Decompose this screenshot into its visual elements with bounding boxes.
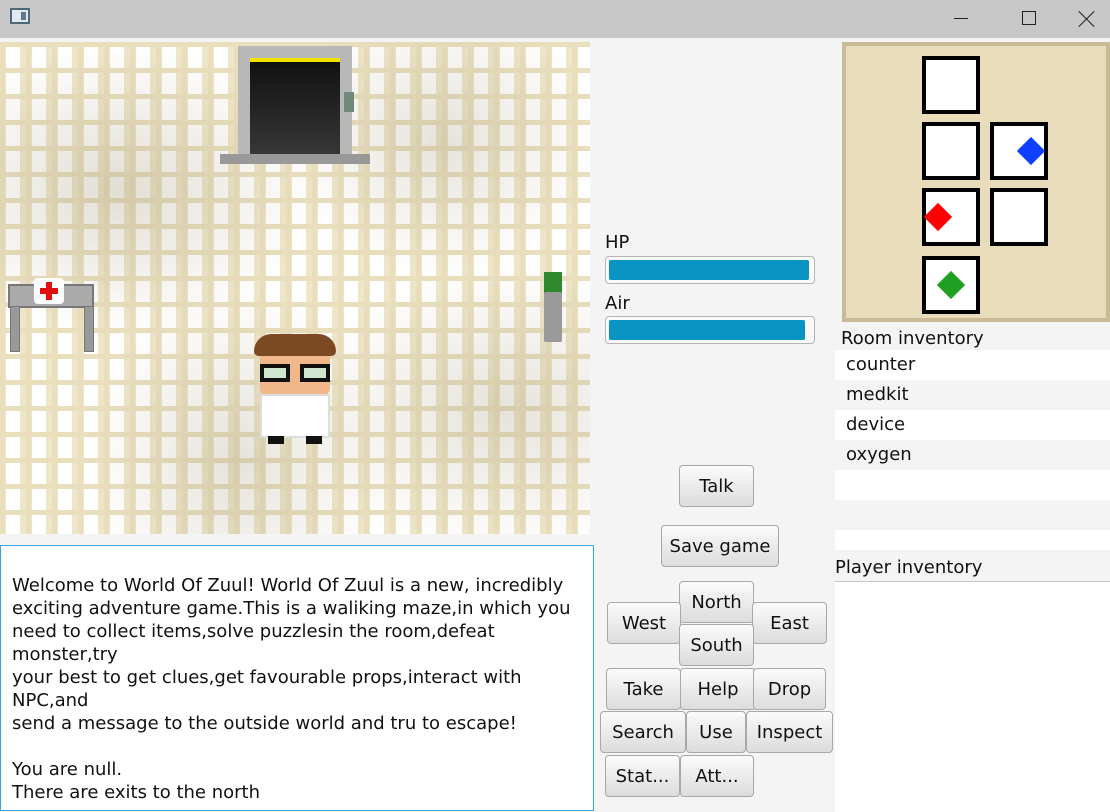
hp-bar-fill <box>609 260 809 280</box>
blue-marker <box>1016 136 1046 166</box>
maximize-button[interactable] <box>1006 0 1052 38</box>
oxygen-tank-sprite <box>542 272 564 342</box>
inspect-button[interactable]: Inspect <box>746 711 833 753</box>
east-button[interactable]: East <box>752 602 827 644</box>
list-item[interactable]: counter <box>835 350 1110 380</box>
red-marker <box>923 202 953 232</box>
list-item[interactable]: medkit <box>835 380 1110 410</box>
north-button[interactable]: North <box>679 581 754 623</box>
att-button[interactable]: Att... <box>680 755 754 797</box>
close-button[interactable] <box>1064 0 1110 38</box>
list-item[interactable] <box>835 530 1110 550</box>
minimap <box>842 42 1110 322</box>
air-label: Air <box>605 293 630 314</box>
list-item[interactable]: oxygen <box>835 440 1110 470</box>
list-item[interactable] <box>835 500 1110 530</box>
player-inventory-list[interactable] <box>835 581 1110 812</box>
list-item[interactable] <box>835 470 1110 500</box>
stat-button[interactable]: Stat... <box>605 755 680 797</box>
south-button[interactable]: South <box>679 624 754 666</box>
player-sprite <box>248 334 344 446</box>
green-marker <box>936 270 966 300</box>
message-text-area[interactable]: Welcome to World Of Zuul! World Of Zuul … <box>0 545 594 811</box>
use-button[interactable]: Use <box>686 711 746 753</box>
minimap-room <box>990 122 1048 180</box>
take-button[interactable]: Take <box>606 668 681 710</box>
search-button[interactable]: Search <box>600 711 686 753</box>
air-bar-fill <box>609 320 805 340</box>
hp-bar <box>605 256 815 284</box>
north-door-sprite <box>220 46 370 164</box>
medkit-sprite <box>34 278 64 304</box>
minimap-room <box>922 122 980 180</box>
app-icon <box>10 8 30 24</box>
save-game-button[interactable]: Save game <box>661 525 779 567</box>
talk-button[interactable]: Talk <box>679 465 754 507</box>
help-button[interactable]: Help <box>680 668 756 710</box>
minimize-button[interactable] <box>938 0 984 38</box>
drop-button[interactable]: Drop <box>753 668 826 710</box>
minimap-room <box>922 56 980 114</box>
room-inventory-list[interactable]: counter medkit device oxygen <box>835 350 1110 550</box>
minimap-room <box>990 188 1048 246</box>
air-bar <box>605 316 815 344</box>
list-item[interactable]: device <box>835 410 1110 440</box>
room-inventory-label: Room inventory <box>841 328 984 349</box>
minimap-room-current <box>922 188 980 246</box>
west-button[interactable]: West <box>607 602 681 644</box>
minimap-room <box>922 256 980 314</box>
player-inventory-label: Player inventory <box>835 557 983 578</box>
hp-label: HP <box>605 232 630 253</box>
game-scene <box>0 42 590 534</box>
title-bar <box>0 0 1110 38</box>
